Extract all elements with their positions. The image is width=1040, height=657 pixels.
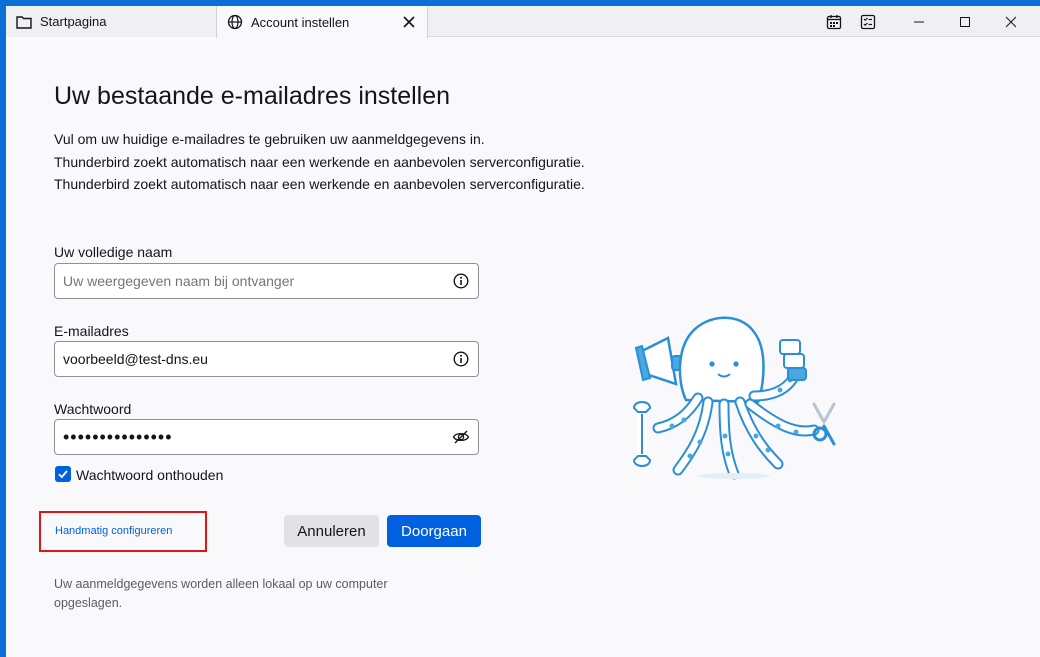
continue-button[interactable]: Doorgaan — [387, 515, 481, 547]
cancel-button[interactable]: Annuleren — [284, 515, 379, 547]
name-input[interactable] — [63, 264, 443, 298]
email-field[interactable] — [54, 341, 479, 377]
info-icon[interactable] — [452, 350, 470, 368]
name-label: Uw volledige naam — [54, 244, 173, 260]
tab-bar: Startpagina Account instellen — [6, 6, 1040, 38]
tab-startpagina[interactable]: Startpagina — [6, 6, 216, 37]
password-field[interactable] — [54, 419, 479, 455]
octopus-mascot-illustration — [632, 316, 836, 480]
calendar-icon[interactable] — [824, 12, 844, 32]
tasks-icon[interactable] — [858, 12, 878, 32]
close-window-icon[interactable] — [988, 6, 1034, 37]
local-storage-note: Uw aanmeldgegevens worden alleen lokaal … — [54, 577, 388, 610]
info-icon[interactable] — [452, 272, 470, 290]
close-tab-icon[interactable] — [399, 12, 419, 32]
tab-label: Account instellen — [251, 14, 350, 30]
name-field[interactable] — [54, 263, 479, 299]
globe-icon — [227, 14, 243, 30]
hide-password-icon[interactable] — [452, 428, 470, 446]
page-title: Uw bestaande e-mailadres instellen — [54, 82, 451, 110]
password-label: Wachtwoord — [54, 401, 132, 417]
tab-label: Startpagina — [40, 14, 107, 29]
folder-icon — [16, 14, 32, 30]
description-line: Thunderbird zoekt automatisch naar een w… — [54, 176, 585, 192]
manual-config-link[interactable]: Handmatig configureren — [55, 525, 172, 537]
maximize-icon[interactable] — [942, 6, 988, 37]
password-input[interactable] — [63, 420, 443, 454]
description-line: Vul om uw huidige e-mailadres te gebruik… — [54, 131, 485, 147]
minimize-icon[interactable] — [896, 6, 942, 37]
tab-account-instellen[interactable]: Account instellen — [216, 6, 428, 38]
remember-password-label[interactable]: Wachtwoord onthouden — [76, 467, 223, 483]
email-input[interactable] — [63, 342, 443, 376]
account-setup-page: Uw bestaande e-mailadres instellen Vul o… — [6, 38, 1040, 657]
description-line: Thunderbird zoekt automatisch naar een w… — [54, 154, 585, 170]
email-label: E-mailadres — [54, 323, 129, 339]
thunderbird-window: Startpagina Account instellen Uw bestaan… — [6, 6, 1040, 657]
remember-password-checkbox[interactable] — [55, 466, 71, 482]
